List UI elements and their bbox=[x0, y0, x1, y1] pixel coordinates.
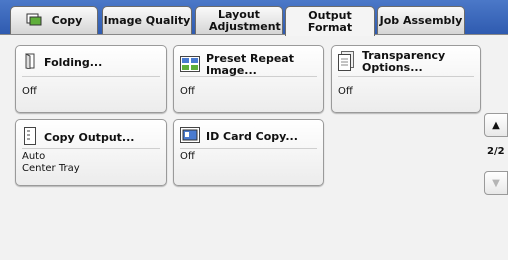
tab-job-assembly[interactable]: Job Assembly bbox=[377, 6, 465, 34]
tab-layout-adjustment[interactable]: Layout Adjustment bbox=[195, 6, 283, 34]
id-card-copy-button[interactable]: ID Card Copy... Off bbox=[173, 119, 324, 186]
output-format-panel: Folding... Off Preset Repeat Image... Of… bbox=[0, 34, 508, 260]
page-indicator: 2/2 bbox=[487, 146, 505, 157]
tab-label: Job Assembly bbox=[379, 13, 463, 27]
scroll-up-button[interactable]: ▲ bbox=[484, 113, 508, 137]
tab-label: Copy bbox=[51, 13, 83, 27]
transparency-options-value: Off bbox=[338, 86, 353, 97]
scroll-down-button[interactable]: ▼ bbox=[484, 171, 508, 195]
id-card-copy-value: Off bbox=[180, 151, 195, 162]
preset-repeat-image-button[interactable]: Preset Repeat Image... Off bbox=[173, 45, 324, 113]
folded-paper-icon bbox=[24, 53, 36, 72]
divider bbox=[180, 76, 317, 77]
divider bbox=[22, 76, 160, 77]
folding-value: Off bbox=[22, 86, 37, 97]
copy-output-label: Copy Output... bbox=[44, 130, 135, 144]
tab-image-quality[interactable]: Image Quality bbox=[102, 6, 192, 34]
tab-label: Output Format bbox=[307, 8, 353, 34]
copy-output-button[interactable]: Copy Output... Auto Center Tray bbox=[15, 119, 167, 186]
preset-repeat-image-value: Off bbox=[180, 86, 195, 97]
id-card-icon bbox=[180, 127, 200, 146]
output-tray-icon bbox=[24, 127, 36, 148]
repeat-image-icon bbox=[180, 55, 200, 75]
copy-output-value-line2: Center Tray bbox=[22, 163, 80, 174]
folding-button[interactable]: Folding... Off bbox=[15, 45, 167, 113]
divider bbox=[180, 148, 317, 149]
copy-icon bbox=[26, 12, 46, 29]
triangle-up-icon: ▲ bbox=[492, 119, 500, 131]
tab-label: Layout Adjustment bbox=[209, 7, 281, 33]
triangle-down-icon: ▼ bbox=[492, 177, 500, 189]
tab-output-format[interactable]: Output Format bbox=[285, 6, 375, 36]
divider bbox=[338, 76, 474, 77]
tab-bar: Copy Image Quality Layout Adjustment Out… bbox=[0, 0, 508, 36]
id-card-copy-label: ID Card Copy... bbox=[206, 129, 298, 143]
copy-output-value-line1: Auto bbox=[22, 151, 46, 162]
tab-copy[interactable]: Copy bbox=[10, 6, 98, 34]
transparency-options-button[interactable]: Transparency Options... Off bbox=[331, 45, 481, 113]
transparency-sheet-icon bbox=[338, 50, 354, 74]
tab-label: Image Quality bbox=[103, 13, 191, 27]
folding-label: Folding... bbox=[44, 55, 103, 69]
transparency-options-label: Transparency Options... bbox=[362, 49, 446, 74]
divider bbox=[22, 148, 160, 149]
preset-repeat-image-label: Preset Repeat Image... bbox=[206, 52, 294, 77]
